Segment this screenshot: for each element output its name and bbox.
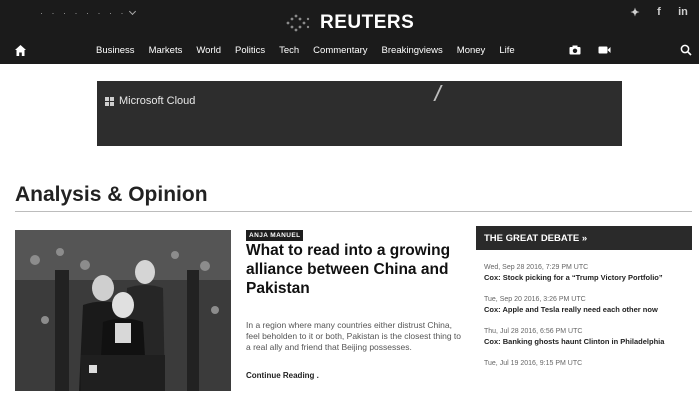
- logo-text: REUTERS: [320, 12, 415, 33]
- facebook-icon[interactable]: f: [653, 6, 665, 19]
- top-bar: · · · · · · · · REUTERS ✦ f in Business …: [0, 0, 699, 64]
- continue-reading-link[interactable]: Continue Reading .: [246, 371, 319, 380]
- feature-teaser: In a region where many countries either …: [246, 320, 461, 352]
- nav-item-life[interactable]: Life: [499, 45, 514, 56]
- reuters-logo[interactable]: REUTERS: [284, 12, 414, 34]
- continue-reading-suffix: .: [314, 371, 319, 380]
- nav-item-breakingviews[interactable]: Breakingviews: [382, 45, 443, 56]
- chevron-down-icon: [129, 7, 137, 16]
- feature-photo[interactable]: [15, 230, 231, 391]
- home-icon[interactable]: [14, 44, 27, 57]
- edition-selector[interactable]: · · · · · · · ·: [40, 7, 137, 18]
- feature-photo-image: [15, 230, 231, 391]
- continue-reading-label: Continue Reading: [246, 371, 315, 380]
- nav-item-business[interactable]: Business: [96, 45, 135, 56]
- ad-brand-text: Microsoft Cloud: [119, 95, 196, 107]
- debate-date: Wed, Sep 28 2016, 7:29 PM UTC: [484, 264, 589, 271]
- list-item[interactable]: Tue, Sep 20 2016, 3:26 PM UTC Cox: Apple…: [484, 296, 692, 315]
- nav-item-tech[interactable]: Tech: [279, 45, 299, 56]
- nav-item-money[interactable]: Money: [457, 45, 486, 56]
- nav-item-world[interactable]: World: [196, 45, 221, 56]
- social-links: ✦ f in: [629, 6, 689, 19]
- search-icon[interactable]: [680, 44, 692, 56]
- debate-date: Thu, Jul 28 2016, 6:56 PM UTC: [484, 328, 583, 335]
- reuters-logo-mark-icon: [286, 14, 310, 32]
- ad-banner[interactable]: Microsoft Cloud: [97, 81, 622, 146]
- nav-items: Business Markets World Politics Tech Com…: [96, 45, 529, 56]
- nav-item-commentary[interactable]: Commentary: [313, 45, 367, 56]
- debate-title[interactable]: Cox: Apple and Tesla really need each ot…: [484, 305, 692, 315]
- nav-item-markets[interactable]: Markets: [149, 45, 183, 56]
- section-divider: [15, 211, 692, 212]
- video-icon[interactable]: [598, 45, 611, 55]
- great-debate-list: Wed, Sep 28 2016, 7:29 PM UTC Cox: Stock…: [484, 264, 692, 380]
- main-nav: Business Markets World Politics Tech Com…: [0, 40, 699, 64]
- camera-icon[interactable]: [569, 45, 581, 55]
- ad-decoration: [423, 85, 443, 101]
- list-item[interactable]: Tue, Jul 19 2016, 9:15 PM UTC: [484, 360, 692, 367]
- debate-date: Tue, Jul 19 2016, 9:15 PM UTC: [484, 360, 583, 367]
- edition-label: · · · · · · · ·: [40, 8, 127, 18]
- nav-item-politics[interactable]: Politics: [235, 45, 265, 56]
- section-title: Analysis & Opinion: [15, 183, 208, 206]
- great-debate-header[interactable]: THE GREAT DEBATE »: [476, 226, 692, 250]
- list-item[interactable]: Wed, Sep 28 2016, 7:29 PM UTC Cox: Stock…: [484, 264, 692, 283]
- list-item[interactable]: Thu, Jul 28 2016, 6:56 PM UTC Cox: Banki…: [484, 328, 692, 347]
- author-badge[interactable]: ANJA MANUEL: [246, 230, 304, 241]
- debate-title[interactable]: Cox: Stock picking for a “Trump Victory …: [484, 273, 692, 283]
- twitter-icon[interactable]: ✦: [629, 6, 641, 19]
- feature-headline[interactable]: What to read into a growing alliance bet…: [246, 241, 464, 298]
- microsoft-logo-icon: [105, 97, 114, 106]
- debate-date: Tue, Sep 20 2016, 3:26 PM UTC: [484, 296, 586, 303]
- linkedin-icon[interactable]: in: [677, 6, 689, 19]
- debate-title[interactable]: Cox: Banking ghosts haunt Clinton in Phi…: [484, 337, 692, 347]
